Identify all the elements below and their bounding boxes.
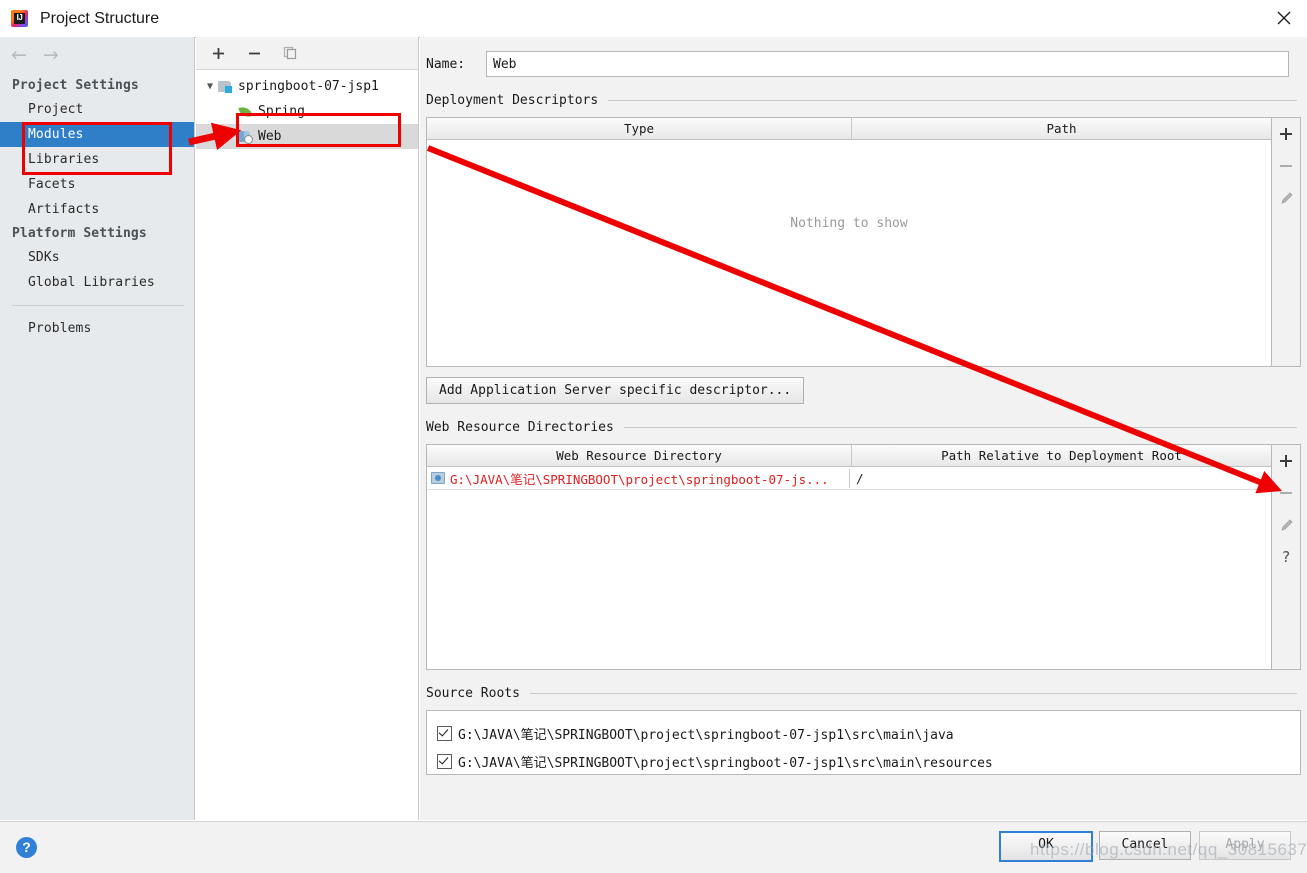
chevron-down-icon[interactable]: ▼	[202, 81, 218, 92]
web-resource-directories-title: Web Resource Directories	[426, 420, 614, 435]
sidebar-group-platform-settings: Platform Settings	[12, 226, 147, 241]
name-input[interactable]	[486, 51, 1289, 77]
web-resource-directory-cell[interactable]: G:\JAVA\笔记\SPRINGBOOT\project\springboot…	[427, 468, 850, 488]
sidebar-item-facets[interactable]: Facets	[0, 172, 194, 197]
sidebar-item-sdks[interactable]: SDKs	[0, 245, 194, 270]
source-root-checkbox[interactable]	[437, 753, 452, 769]
apply-button[interactable]: Apply	[1199, 831, 1291, 860]
deployment-descriptors-toolbar	[1272, 117, 1301, 367]
table-row[interactable]: G:\JAVA\笔记\SPRINGBOOT\project\springboot…	[427, 467, 1271, 490]
web-resource-directories-toolbar: ?	[1272, 444, 1301, 670]
copy-module-button[interactable]	[280, 43, 300, 63]
source-roots-title: Source Roots	[426, 686, 520, 701]
column-header-path[interactable]: Path	[851, 118, 1271, 139]
list-item[interactable]: G:\JAVA\笔记\SPRINGBOOT\project\springboot…	[437, 747, 1300, 775]
tree-node-label: springboot-07-jsp1	[238, 79, 379, 94]
intellij-idea-icon: IJ	[10, 9, 30, 29]
web-resource-directories-table-wrap: Web Resource Directory Path Relative to …	[426, 444, 1301, 670]
deployment-descriptors-title: Deployment Descriptors	[426, 93, 599, 108]
sidebar-item-global-libraries[interactable]: Global Libraries	[0, 270, 194, 295]
wrd-remove-button[interactable]	[1275, 482, 1297, 504]
dd-remove-button[interactable]	[1275, 155, 1297, 177]
source-root-path: G:\JAVA\笔记\SPRINGBOOT\project\springboot…	[458, 727, 954, 743]
column-header-web-resource-directory[interactable]: Web Resource Directory	[427, 445, 851, 466]
deployment-descriptors-table-wrap: Type Path Nothing to show	[426, 117, 1301, 367]
deployment-descriptors-heading: Deployment Descriptors	[426, 93, 1297, 108]
help-button[interactable]: ?	[16, 837, 37, 858]
tree-node-springboot-07-jsp1[interactable]: ▼ springboot-07-jsp1	[196, 74, 418, 99]
list-item[interactable]: G:\JAVA\笔记\SPRINGBOOT\project\springboot…	[437, 719, 1300, 747]
forward-arrow-icon[interactable]: →	[43, 46, 59, 65]
modules-tree-toolbar	[196, 37, 418, 70]
web-resource-directories-table: Web Resource Directory Path Relative to …	[426, 444, 1272, 670]
source-root-path: G:\JAVA\笔记\SPRINGBOOT\project\springboot…	[458, 755, 993, 771]
module-icon	[218, 79, 234, 95]
source-roots-list: G:\JAVA\笔记\SPRINGBOOT\project\springboot…	[426, 710, 1301, 775]
source-roots-heading: Source Roots	[426, 686, 1297, 701]
wrd-add-button[interactable]	[1275, 450, 1297, 472]
column-header-type[interactable]: Type	[427, 118, 851, 139]
deployment-descriptors-table: Type Path Nothing to show	[426, 117, 1272, 367]
wrd-help-button[interactable]: ?	[1275, 546, 1297, 568]
annotation-box-modules	[22, 122, 172, 175]
table-header-row: Type Path	[427, 118, 1271, 140]
ok-button[interactable]: OK	[999, 831, 1093, 862]
folder-web-icon	[431, 471, 446, 485]
window-title: Project Structure	[40, 9, 160, 27]
cancel-button[interactable]: Cancel	[1099, 831, 1191, 860]
name-label: Name:	[426, 56, 466, 72]
deployment-root-relative-path[interactable]: /	[850, 471, 1271, 486]
sidebar-navigation: ← →	[0, 37, 194, 74]
web-resource-directory-path: G:\JAVA\笔记\SPRINGBOOT\project\springboot…	[450, 471, 829, 487]
wrd-edit-button[interactable]	[1275, 514, 1297, 536]
close-icon[interactable]	[1261, 0, 1307, 36]
name-field-row: Name:	[420, 37, 1307, 77]
modules-tree-panel: ▼ springboot-07-jsp1 Spring Web	[196, 37, 419, 820]
facet-details-panel: Name: Deployment Descriptors Type Path N…	[420, 37, 1307, 820]
annotation-box-web-node	[236, 113, 401, 147]
heading-rule	[608, 100, 1297, 101]
sidebar-group-project-settings: Project Settings	[12, 78, 139, 93]
window-titlebar: IJ Project Structure	[0, 0, 1307, 38]
heading-rule	[529, 693, 1297, 694]
add-module-button[interactable]	[208, 43, 228, 63]
table-header-row: Web Resource Directory Path Relative to …	[427, 445, 1271, 467]
web-resource-directories-heading: Web Resource Directories	[426, 420, 1297, 435]
empty-state-message: Nothing to show	[790, 216, 908, 231]
sidebar-item-problems[interactable]: Problems	[0, 316, 194, 341]
source-root-checkbox[interactable]	[437, 725, 452, 741]
add-application-server-descriptor-button[interactable]: Add Application Server specific descript…	[426, 377, 805, 404]
sidebar-item-artifacts[interactable]: Artifacts	[0, 197, 194, 222]
dd-edit-button[interactable]	[1275, 187, 1297, 209]
dd-add-button[interactable]	[1275, 123, 1297, 145]
back-arrow-icon[interactable]: ←	[11, 46, 27, 65]
heading-rule	[623, 427, 1297, 428]
sidebar-item-project[interactable]: Project	[0, 97, 194, 122]
sidebar-divider	[12, 305, 184, 306]
remove-module-button[interactable]	[244, 43, 264, 63]
column-header-path-relative[interactable]: Path Relative to Deployment Root	[851, 445, 1271, 466]
